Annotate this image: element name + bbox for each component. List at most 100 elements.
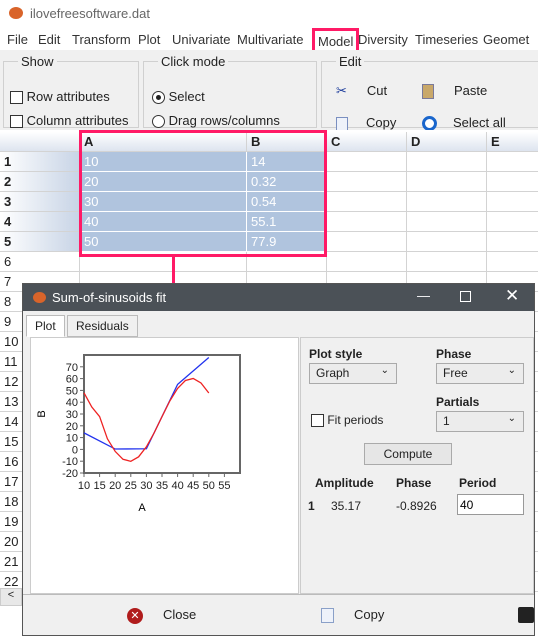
paste-label: Paste bbox=[454, 83, 488, 98]
y-tick-label: 40 bbox=[66, 397, 78, 409]
tab-residuals[interactable]: Residuals bbox=[67, 315, 138, 337]
y-tick-label: 10 bbox=[66, 433, 78, 445]
table-cell[interactable] bbox=[407, 252, 487, 272]
copy-button[interactable]: Copy bbox=[336, 115, 396, 131]
close-button[interactable]: ✕ Close bbox=[127, 607, 196, 624]
horizontal-scroll-left-button[interactable]: < bbox=[0, 588, 22, 606]
column-header-D[interactable]: D bbox=[407, 132, 487, 152]
corner-header[interactable] bbox=[0, 132, 80, 152]
table-cell[interactable] bbox=[407, 212, 487, 232]
close-window-button[interactable]: ✕ bbox=[505, 286, 519, 306]
x-tick-label: 10 bbox=[78, 480, 90, 492]
plot-style-value: Graph bbox=[316, 366, 350, 380]
table-cell[interactable] bbox=[487, 232, 538, 252]
table-cell[interactable] bbox=[327, 192, 407, 212]
phase-label: Phase bbox=[436, 347, 472, 361]
y-tick-label: -10 bbox=[62, 456, 78, 468]
cut-button[interactable]: ✂ Cut bbox=[336, 83, 387, 99]
table-cell[interactable] bbox=[487, 252, 538, 272]
copy-dialog-button[interactable]: Copy bbox=[321, 607, 384, 624]
column-header-C[interactable]: C bbox=[327, 132, 407, 152]
click-mode-title: Click mode bbox=[161, 54, 226, 69]
menu-file[interactable]: File bbox=[7, 32, 28, 47]
plot-style-select[interactable]: Graph ⌄ bbox=[309, 363, 397, 384]
chevron-down-icon: ⌄ bbox=[380, 365, 389, 376]
phase-select[interactable]: Free ⌄ bbox=[436, 363, 524, 384]
menu-multivariate[interactable]: Multivariate bbox=[237, 32, 303, 47]
row-attributes-checkbox[interactable]: Row attributes bbox=[10, 89, 110, 105]
row-header[interactable]: 5 bbox=[0, 232, 80, 252]
table-cell[interactable] bbox=[487, 192, 538, 212]
plot-frame bbox=[83, 354, 241, 474]
window-title: ilovefreesoftware.dat bbox=[30, 6, 150, 21]
table-cell[interactable] bbox=[327, 212, 407, 232]
menu-timeseries[interactable]: Timeseries bbox=[415, 32, 478, 47]
select-radio[interactable]: Select bbox=[152, 89, 205, 105]
table-cell[interactable] bbox=[487, 212, 538, 232]
menu-edit[interactable]: Edit bbox=[38, 32, 60, 47]
amplitude-header: Amplitude bbox=[315, 476, 374, 490]
table-cell[interactable] bbox=[487, 172, 538, 192]
partials-select[interactable]: 1 ⌄ bbox=[436, 411, 524, 432]
table-cell[interactable] bbox=[407, 172, 487, 192]
row-header[interactable]: 1 bbox=[0, 152, 80, 172]
scissors-icon: ✂ bbox=[336, 83, 347, 98]
drag-label: Drag rows/columns bbox=[168, 113, 280, 128]
data-series-line bbox=[83, 356, 210, 450]
copy-icon bbox=[336, 116, 348, 131]
x-tick-label: 25 bbox=[125, 480, 137, 492]
fit-periods-checkbox[interactable]: Fit periods bbox=[311, 413, 384, 428]
printer-icon[interactable] bbox=[518, 607, 534, 623]
menu-transform[interactable]: Transform bbox=[72, 32, 131, 47]
title-bar: ilovefreesoftware.dat bbox=[0, 0, 538, 28]
x-tick-label: 15 bbox=[93, 480, 105, 492]
select-all-icon bbox=[422, 116, 437, 132]
phase-header: Phase bbox=[396, 476, 432, 490]
menu-plot[interactable]: Plot bbox=[138, 32, 160, 47]
show-group-title: Show bbox=[21, 54, 54, 69]
y-tick-label: 20 bbox=[66, 421, 78, 433]
table-cell[interactable] bbox=[407, 232, 487, 252]
table-cell[interactable] bbox=[407, 192, 487, 212]
period-input[interactable] bbox=[457, 494, 524, 515]
row-header[interactable]: 2 bbox=[0, 172, 80, 192]
plot-style-label: Plot style bbox=[309, 347, 363, 361]
copy-icon bbox=[321, 608, 334, 624]
row-header[interactable]: 6 bbox=[0, 252, 80, 272]
fit-periods-label: Fit periods bbox=[327, 413, 384, 427]
x-tick-label: 55 bbox=[218, 480, 230, 492]
compute-button[interactable]: Compute bbox=[364, 443, 452, 465]
column-header-E[interactable]: E bbox=[487, 132, 538, 152]
column-attributes-checkbox[interactable]: Column attributes bbox=[10, 113, 129, 129]
chevron-down-icon: ⌄ bbox=[507, 413, 516, 424]
row-header[interactable]: 4 bbox=[0, 212, 80, 232]
table-cell[interactable] bbox=[407, 152, 487, 172]
close-label: Close bbox=[163, 607, 197, 622]
select-label: Select bbox=[168, 89, 205, 104]
minimize-button[interactable]: — bbox=[417, 288, 430, 303]
menu-univariate[interactable]: Univariate bbox=[172, 32, 231, 47]
x-tick-label: 45 bbox=[187, 480, 199, 492]
select-all-button[interactable]: Select all bbox=[422, 115, 506, 132]
table-cell[interactable] bbox=[327, 232, 407, 252]
selection-highlight-box bbox=[79, 130, 327, 257]
column-attributes-label: Column attributes bbox=[26, 113, 129, 128]
chevron-down-icon: ⌄ bbox=[507, 365, 516, 376]
row-attributes-label: Row attributes bbox=[26, 89, 110, 104]
table-cell[interactable] bbox=[487, 152, 538, 172]
x-tick-label: 40 bbox=[171, 480, 183, 492]
menu-geometry[interactable]: Geomet bbox=[483, 32, 529, 47]
menu-diversity[interactable]: Diversity bbox=[358, 32, 408, 47]
table-cell[interactable] bbox=[327, 172, 407, 192]
cut-label: Cut bbox=[366, 83, 388, 98]
tab-plot[interactable]: Plot bbox=[26, 315, 65, 337]
click-mode-group: Click mode Select Drag rows/columns bbox=[143, 54, 317, 129]
drag-radio[interactable]: Drag rows/columns bbox=[152, 113, 280, 129]
table-cell[interactable] bbox=[327, 152, 407, 172]
paste-button[interactable]: Paste bbox=[422, 83, 488, 100]
app-logo-icon bbox=[33, 292, 46, 303]
maximize-button[interactable] bbox=[460, 291, 471, 302]
toolbar: Show Row attributes Column attributes Cl… bbox=[0, 50, 538, 132]
table-cell[interactable] bbox=[327, 252, 407, 272]
row-header[interactable]: 3 bbox=[0, 192, 80, 212]
